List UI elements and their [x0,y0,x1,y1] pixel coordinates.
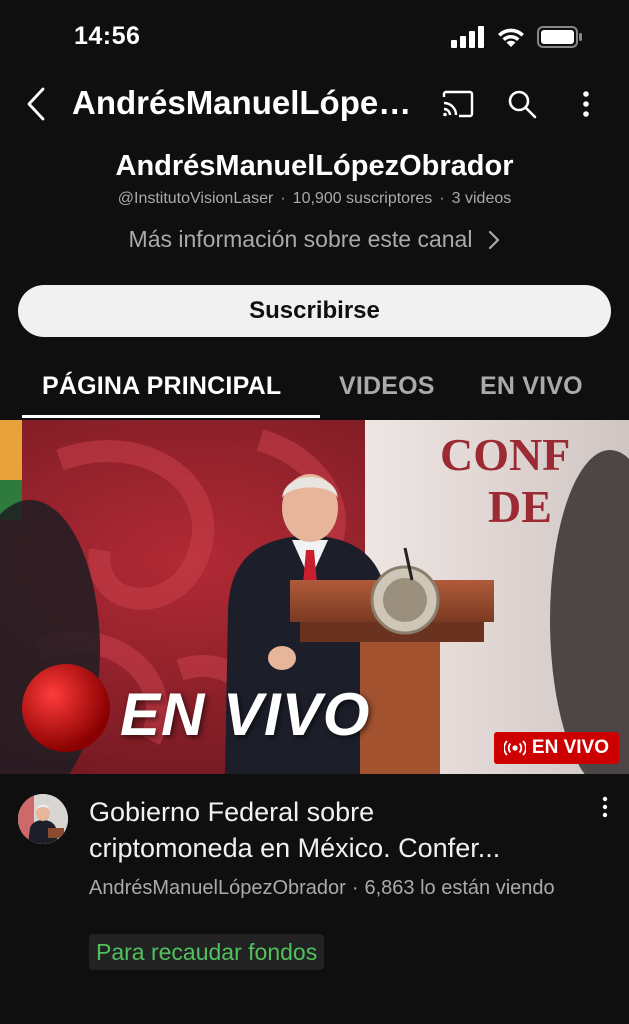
video-title-line1: Gobierno Federal sobre [89,797,375,827]
battery-icon [537,26,582,48]
channel-tabs: PÁGINA PRINCIPAL VIDEOS EN VIVO [0,360,629,418]
video-channel-name: AndrésManuelLópezObrador [89,877,346,899]
more-info-label: Más información sobre este canal [128,226,473,252]
live-badge: EN VIVO [493,732,619,764]
channel-name: AndrésManuelLópezObrador [115,150,514,182]
meta-separator: · [351,877,359,899]
wifi-icon [498,28,524,47]
video-thumbnail[interactable]: CONF DE EN VIVO EN VIVO [0,420,629,774]
thumbnail-sign-line1: CONF [440,429,570,480]
more-options-button[interactable] [566,84,606,124]
search-button[interactable] [502,84,542,124]
video-meta: AndrésManuelLópezObrador · 6,863 lo están … [89,874,589,902]
cast-button[interactable] [438,84,478,124]
channel-handle: @InstitutoVisionLaser [117,190,274,207]
viewer-count: 6,863 lo están viendo [364,877,555,899]
video-count: 3 videos [451,190,512,207]
subscribe-button[interactable]: Suscribirse [18,285,611,337]
meta-separator: · [439,190,445,207]
search-icon [508,90,537,119]
channel-meta: @InstitutoVisionLaser · 10,900 suscriptore… [0,190,629,208]
back-button[interactable] [20,84,52,124]
video-title[interactable]: Gobierno Federal sobre criptomoneda en M… [89,794,589,866]
subscriber-count: 10,900 suscriptores [292,190,433,207]
live-badge-label: EN VIVO [531,737,609,758]
avatar-image [18,794,68,844]
status-icons [451,26,583,48]
more-vert-icon [602,796,608,818]
status-bar: 14:56 [0,0,629,76]
tab-home[interactable]: PÁGINA PRINCIPAL [42,372,281,401]
chevron-right-icon [489,230,500,249]
tab-live[interactable]: EN VIVO [480,372,583,401]
tab-videos[interactable]: VIDEOS [339,372,435,401]
more-vert-icon [583,91,589,117]
cast-icon [442,90,474,118]
back-arrow-icon [27,87,45,121]
fundraiser-chip[interactable]: Para recaudar fondos [89,934,325,970]
cellular-signal-icon [451,26,484,48]
video-menu-button[interactable] [593,792,617,822]
status-time: 14:56 [74,22,141,50]
app-title: AndrésManuelLópezObrador [72,84,422,121]
video-title-line2: criptomoneda en México. Confer... [89,833,501,863]
thumbnail-live-text: EN VIVO [120,681,371,748]
active-tab-indicator [22,415,320,418]
live-broadcast-icon [503,740,526,756]
more-info-link[interactable]: Más información sobre este canal [0,226,629,253]
meta-separator: · [280,190,286,207]
channel-avatar[interactable] [18,794,68,844]
app-bar: AndrésManuelLópezObrador [0,76,629,132]
thumbnail-sign-line2: DE [488,481,552,532]
